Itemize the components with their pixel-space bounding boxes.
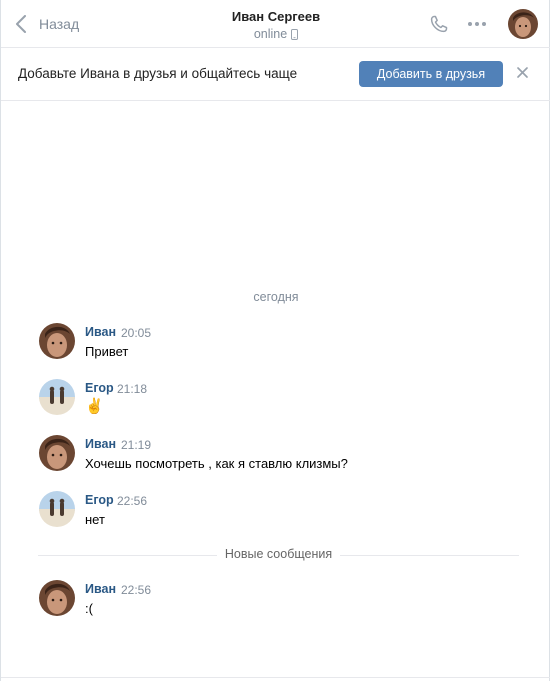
message-author[interactable]: Егор (85, 381, 114, 395)
message-text: Хочешь посмотреть , как я ставлю клизмы? (85, 456, 348, 471)
banner-text: Добавьте Ивана в друзья и общайтесь чаще (18, 66, 298, 81)
avatar[interactable] (39, 379, 75, 415)
chat-header: Назад Иван Сергеев online (1, 0, 550, 48)
message-time: 21:19 (121, 438, 152, 452)
chevron-left-icon (16, 15, 26, 33)
message-author[interactable]: Егор (85, 493, 114, 507)
message-author[interactable]: Иван (85, 582, 116, 596)
message-time: 22:56 (121, 583, 152, 597)
message-time: 22:56 (117, 494, 148, 508)
new-messages-separator: Новые сообщения (38, 546, 519, 564)
avatar[interactable] (39, 491, 75, 527)
message-author[interactable]: Иван (85, 325, 116, 339)
message-item: Иван 22:56 :( (39, 580, 519, 620)
message-item: Иван 20:05 Привет (39, 323, 519, 363)
close-icon[interactable] (516, 66, 529, 79)
message-text: :( (85, 601, 93, 616)
avatar[interactable] (39, 435, 75, 471)
day-separator: сегодня (253, 290, 299, 304)
message-item: Егор 21:18 ✌️ (39, 379, 519, 419)
chat-window: Назад Иван Сергеев online Добавьте Ивана… (0, 0, 550, 681)
message-text: ✌️ (85, 398, 104, 415)
message-author[interactable]: Иван (85, 437, 116, 451)
message-time: 20:05 (121, 326, 152, 340)
composer-divider (1, 677, 550, 678)
mobile-icon (291, 28, 299, 40)
new-messages-label: Новые сообщения (216, 547, 341, 561)
back-label: Назад (39, 16, 80, 32)
avatar[interactable] (39, 580, 75, 616)
message-item: Иван 21:19 Хочешь посмотреть , как я ста… (39, 435, 519, 475)
avatar[interactable] (39, 323, 75, 359)
message-item: Егор 22:56 нет (39, 491, 519, 531)
message-text: Привет (85, 344, 129, 359)
header-avatar[interactable] (508, 9, 538, 39)
back-button[interactable]: Назад (15, 14, 79, 34)
more-dots-icon[interactable] (466, 15, 488, 33)
message-text: нет (85, 512, 105, 527)
phone-icon[interactable] (429, 14, 449, 34)
status-label: online (253, 27, 288, 41)
add-friend-button[interactable]: Добавить в друзья (359, 61, 503, 87)
message-time: 21:18 (117, 382, 148, 396)
